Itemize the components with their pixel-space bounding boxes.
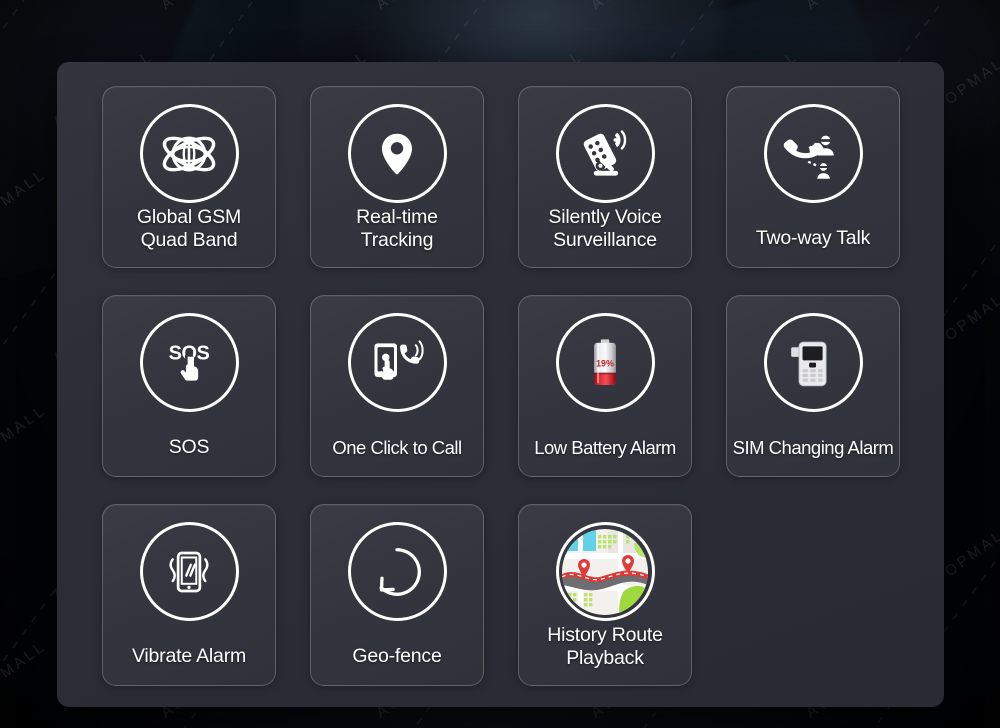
feature-label: Silently Voice Surveillance [519,206,691,267]
feature-card-vibrate-alarm[interactable]: Vibrate Alarm [102,504,276,686]
remote-signal-icon [555,104,655,203]
feature-icon-wrap: SOS [139,313,239,412]
battery-icon: 19% [555,313,655,412]
phone-tap-icon [347,313,447,412]
feature-label-line1: SIM Changing Alarm [732,437,894,458]
feature-label-line1: SOS [168,436,210,458]
feature-card-real-time-tracking[interactable]: Real-time Tracking [310,86,484,268]
feature-label: Geo-fence [311,645,483,685]
watermark-text: AUTOPMALL [0,637,50,722]
feature-label-line1: Two-way Talk [755,227,871,249]
feature-card-sos[interactable]: SOS SOS [102,295,276,477]
feature-label: Global GSM Quad Band [103,206,275,267]
feature-label-line2: Surveillance [553,229,657,251]
feature-label-line2: Quad Band [140,229,238,251]
feature-label-line1: Low Battery Alarm [534,437,676,458]
feature-card-one-click-to-call[interactable]: One Click to Call [310,295,484,477]
watermark-text: AUTOPMALL [0,401,50,486]
watermark-text: AUTOPMALL [803,0,910,13]
globe-orbit-icon [139,104,239,203]
feature-label-line1: Geo-fence [352,645,442,667]
feature-icon-wrap [347,522,447,621]
sos-hand-icon: SOS [139,313,239,412]
feature-label: Two-way Talk [727,227,899,267]
watermark-text: AUTOPMALL [158,0,265,13]
feature-icon-wrap [139,104,239,203]
svg-text:19%: 19% [596,358,614,368]
two-way-call-icon [763,104,863,203]
feature-label-line1: Silently Voice [548,206,662,228]
feature-icon-wrap [763,313,863,412]
features-grid: Global GSM Quad Band Real-time Tracking Sile… [102,86,900,686]
feature-icon-wrap [347,313,447,412]
features-panel: Global GSM Quad Band Real-time Tracking Sile… [57,62,944,707]
feature-icon-wrap [347,104,447,203]
feature-label: SOS [103,436,275,476]
feature-icon-wrap [555,522,655,621]
watermark-text: AUTOPMALL [0,0,50,13]
feature-label: History Route Playback [519,624,691,685]
feature-label: SIM Changing Alarm [727,436,899,476]
feature-label-line2: Playback [566,647,644,669]
feature-label: One Click to Call [311,436,483,476]
feature-label: Vibrate Alarm [103,645,275,685]
feature-card-history-route-playback[interactable]: History Route Playback [518,504,692,686]
feature-icon-wrap [139,522,239,621]
feature-card-low-battery-alarm[interactable]: 19% Low Battery Alarm [518,295,692,477]
feature-label-line1: Vibrate Alarm [131,645,247,667]
map-pin-icon [347,104,447,203]
mobile-phone-icon [763,313,863,412]
feature-icon-wrap: 19% [555,313,655,412]
feature-label-line1: Real-time [356,206,438,228]
watermark-text: AUTOPMALL [588,0,695,13]
feature-card-global-gsm-quad-band[interactable]: Global GSM Quad Band [102,86,276,268]
feature-card-two-way-talk[interactable]: Two-way Talk [726,86,900,268]
feature-label-line1: One Click to Call [332,437,462,458]
vibrating-phone-icon [139,522,239,621]
feature-card-geo-fence[interactable]: Geo-fence [310,504,484,686]
feature-icon-wrap [555,104,655,203]
grid-empty-cell [726,504,900,686]
feature-label-line2: Tracking [360,229,434,251]
feature-card-silently-voice-surveillance[interactable]: Silently Voice Surveillance [518,86,692,268]
feature-label-line1: Global GSM [136,206,242,228]
feature-card-sim-changing-alarm[interactable]: SIM Changing Alarm [726,295,900,477]
route-map-icon [555,522,655,621]
feature-grid-screenshot: AUTOPMALL AUTOPMALL AUTOPMALL AUTOPMALL AUTO… [0,0,1000,728]
feature-icon-wrap [763,104,863,203]
watermark-text: AUTOPMALL [373,0,480,13]
watermark-text: AUTOPMALL [0,165,50,250]
feature-label: Real-time Tracking [311,206,483,267]
feature-label: Low Battery Alarm [519,436,691,476]
geofence-circle-icon [347,522,447,621]
feature-label-line1: History Route [547,624,663,646]
